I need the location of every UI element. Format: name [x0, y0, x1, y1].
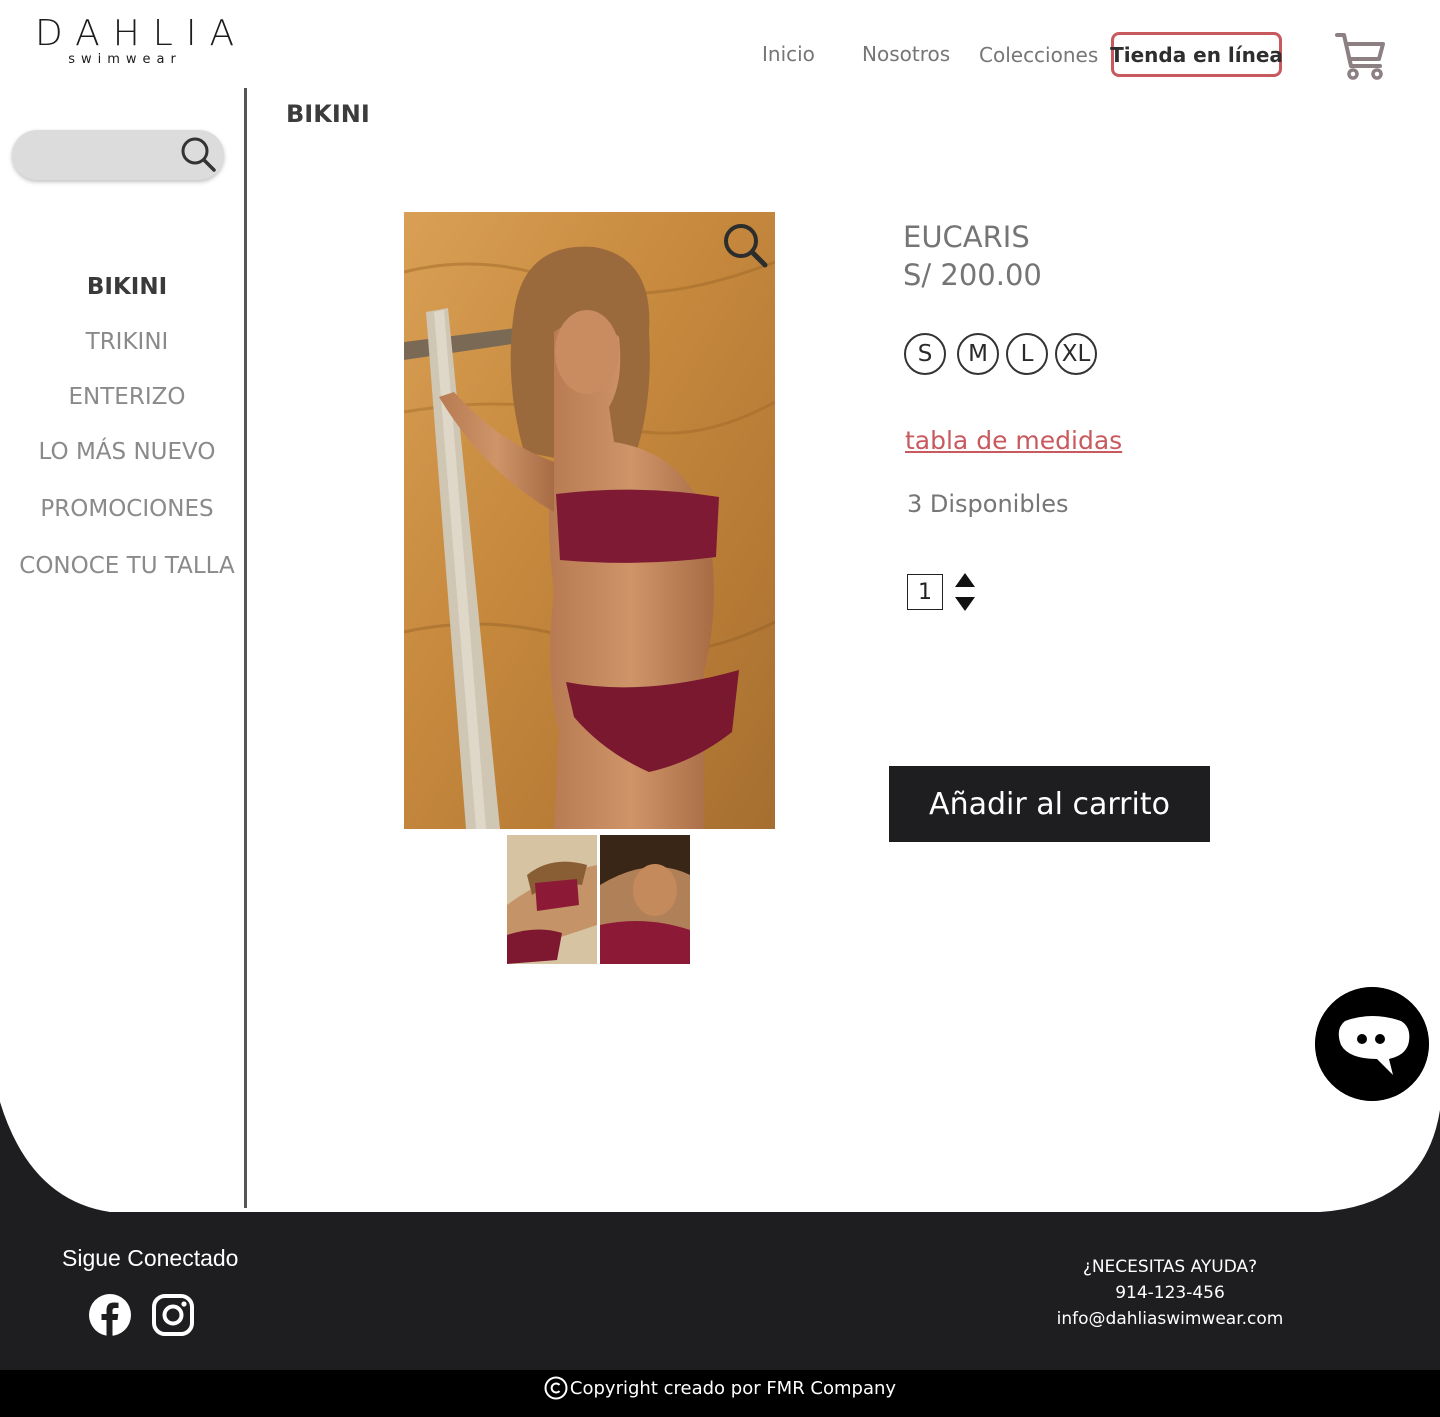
sidebar-item-conoce-tu-talla[interactable]: CONOCE TU TALLA	[0, 553, 254, 579]
follow-heading: Sigue Conectado	[62, 1245, 239, 1271]
facebook-icon[interactable]	[88, 1293, 132, 1337]
size-chart-link[interactable]: tabla de medidas	[905, 426, 1122, 455]
sidebar-divider	[244, 88, 247, 1208]
help-block: ¿NECESITAS AYUDA? 914-123-456 info@dahli…	[1040, 1254, 1300, 1332]
nav-inicio[interactable]: Inicio	[762, 42, 815, 66]
size-option-l[interactable]: L	[1006, 333, 1048, 375]
instagram-icon[interactable]	[151, 1293, 195, 1337]
product-name: EUCARIS	[903, 220, 1030, 254]
sidebar-item-trikini[interactable]: TRIKINI	[0, 329, 254, 355]
sidebar-item-promociones[interactable]: PROMOCIONES	[0, 496, 254, 522]
help-heading: ¿NECESITAS AYUDA?	[1082, 1257, 1258, 1277]
copyright-text: Copyright creado por FMR Company	[569, 1377, 897, 1399]
sidebar-item-lo-mas-nuevo[interactable]: LO MÁS NUEVO	[0, 439, 254, 465]
cart-icon[interactable]	[1334, 30, 1388, 82]
sidebar-item-bikini[interactable]: BIKINI	[0, 274, 254, 300]
size-option-m[interactable]: M	[957, 333, 999, 375]
chat-icon[interactable]	[1315, 987, 1429, 1101]
quantity-decrement-icon[interactable]	[954, 596, 976, 612]
zoom-icon[interactable]	[720, 220, 770, 270]
help-email-link[interactable]: info@dahliaswimwear.com	[1040, 1306, 1300, 1332]
product-thumbnail-2[interactable]	[600, 835, 690, 964]
copyright-icon	[544, 1376, 568, 1400]
quantity-input[interactable]	[907, 574, 943, 610]
brand-logo[interactable]: DAHLIA swimwear	[22, 13, 248, 67]
quantity-increment-icon[interactable]	[954, 572, 976, 588]
size-option-xl[interactable]: XL	[1055, 333, 1097, 375]
copyright: Copyright creado por FMR Company	[0, 1376, 1440, 1400]
product-price: S/ 200.00	[903, 258, 1042, 292]
add-to-cart-button[interactable]: Añadir al carrito	[889, 766, 1210, 842]
nav-nosotros[interactable]: Nosotros	[862, 42, 950, 66]
size-option-s[interactable]: S	[904, 333, 946, 375]
search-icon[interactable]	[178, 134, 218, 174]
stock-count: 3 Disponibles	[907, 490, 1069, 518]
nav-tienda-en-linea[interactable]: Tienda en línea	[1110, 32, 1283, 77]
brand-name: DAHLIA	[35, 13, 248, 54]
page-title: BIKINI	[286, 100, 370, 128]
help-phone-link[interactable]: 914-123-456	[1040, 1280, 1300, 1306]
search-input[interactable]	[30, 142, 180, 168]
sidebar-item-enterizo[interactable]: ENTERIZO	[0, 384, 254, 410]
product-thumbnail-1[interactable]	[507, 835, 597, 964]
brand-tagline: swimwear	[68, 52, 182, 67]
product-main-image[interactable]	[404, 212, 775, 829]
nav-colecciones[interactable]: Colecciones	[979, 43, 1098, 67]
